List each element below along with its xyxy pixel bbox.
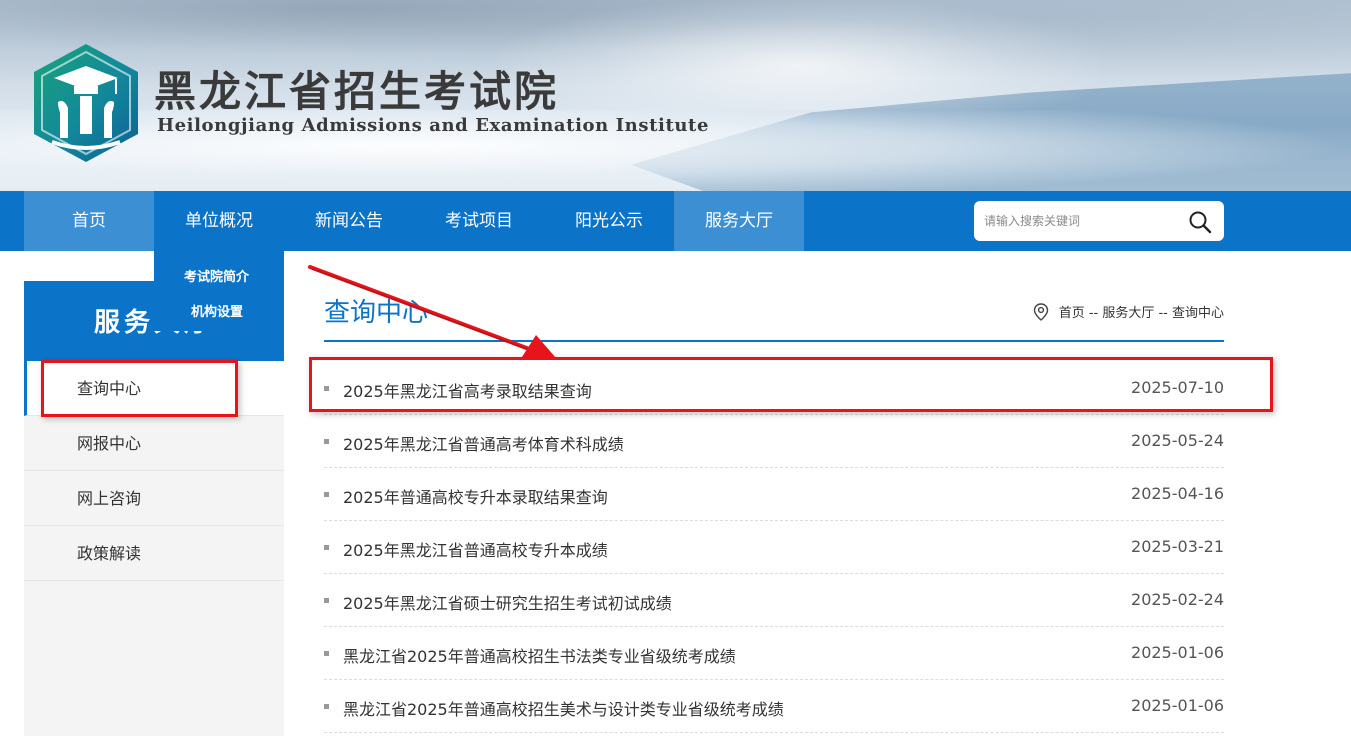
search-input[interactable] <box>984 201 1174 241</box>
news-list: 2025年黑龙江省高考录取结果查询 2025-07-10 2025年黑龙江省普通… <box>324 362 1224 733</box>
institute-logo-icon[interactable] <box>28 42 144 164</box>
list-item[interactable]: 2025年黑龙江省普通高考体育术科成绩 2025-05-24 <box>324 415 1224 468</box>
bullet-icon <box>324 439 329 444</box>
list-item-date: 2025-04-16 <box>1131 484 1224 503</box>
list-item[interactable]: 2025年黑龙江省普通高校专升本成绩 2025-03-21 <box>324 521 1224 574</box>
list-item-title[interactable]: 2025年普通高校专升本录取结果查询 <box>343 484 608 508</box>
list-item-date: 2025-07-10 <box>1131 378 1224 397</box>
header-banner: 黑龙江省招生考试院 Heilongjiang Admissions and Ex… <box>0 0 1351 191</box>
sidebar-item-policy[interactable]: 政策解读 <box>24 526 284 581</box>
nav-item-home[interactable]: 首页 <box>24 191 154 251</box>
list-item-date: 2025-01-06 <box>1131 643 1224 662</box>
sidebar-item-online-registration[interactable]: 网报中心 <box>24 416 284 471</box>
dropdown-item-structure[interactable]: 机构设置 <box>191 301 243 320</box>
list-item-title[interactable]: 黑龙江省2025年普通高校招生美术与设计类专业省级统考成绩 <box>343 696 784 720</box>
breadcrumb-text[interactable]: 首页 -- 服务大厅 -- 查询中心 <box>1059 302 1224 321</box>
breadcrumb: 首页 -- 服务大厅 -- 查询中心 <box>1033 302 1224 321</box>
dropdown-item-intro[interactable]: 考试院简介 <box>184 266 249 285</box>
site-title-en: Heilongjiang Admissions and Examination … <box>157 115 710 136</box>
bullet-icon <box>324 651 329 656</box>
list-item-title[interactable]: 2025年黑龙江省高考录取结果查询 <box>343 378 592 402</box>
list-item-title[interactable]: 2025年黑龙江省普通高校专升本成绩 <box>343 537 608 561</box>
about-dropdown-menu: 考试院简介 机构设置 <box>154 251 284 331</box>
list-item-date: 2025-01-06 <box>1131 696 1224 715</box>
title-divider <box>324 340 1224 342</box>
search-box <box>974 201 1224 241</box>
bullet-icon <box>324 598 329 603</box>
location-pin-icon <box>1033 302 1048 321</box>
nav-item-about[interactable]: 单位概况 <box>154 191 284 251</box>
page-title: 查询中心 <box>324 298 429 328</box>
nav-item-news[interactable]: 新闻公告 <box>284 191 414 251</box>
list-item-date: 2025-05-24 <box>1131 431 1224 450</box>
sidebar-item-online-consult[interactable]: 网上咨询 <box>24 471 284 526</box>
list-item-title[interactable]: 2025年黑龙江省普通高考体育术科成绩 <box>343 431 624 455</box>
bullet-icon <box>324 545 329 550</box>
list-item[interactable]: 黑龙江省2025年普通高校招生书法类专业省级统考成绩 2025-01-06 <box>324 627 1224 680</box>
nav-item-service[interactable]: 服务大厅 <box>674 191 804 251</box>
nav-item-exams[interactable]: 考试项目 <box>414 191 544 251</box>
search-icon[interactable] <box>1188 210 1212 234</box>
bullet-icon <box>324 492 329 497</box>
nav-item-public[interactable]: 阳光公示 <box>544 191 674 251</box>
bullet-icon <box>324 386 329 391</box>
banner-mist <box>500 0 1100 110</box>
list-item-date: 2025-02-24 <box>1131 590 1224 609</box>
list-item-title[interactable]: 黑龙江省2025年普通高校招生书法类专业省级统考成绩 <box>343 643 736 667</box>
site-title-cn: 黑龙江省招生考试院 <box>154 67 560 116</box>
main-nav: 首页 单位概况 新闻公告 考试项目 阳光公示 服务大厅 <box>0 191 1351 251</box>
list-item-date: 2025-03-21 <box>1131 537 1224 556</box>
sidebar-item-query-center[interactable]: 查询中心 <box>24 361 284 416</box>
sidebar: 服务大厅 查询中心 网报中心 网上咨询 政策解读 <box>24 281 284 736</box>
list-item[interactable]: 2025年黑龙江省硕士研究生招生考试初试成绩 2025-02-24 <box>324 574 1224 627</box>
bullet-icon <box>324 704 329 709</box>
list-item[interactable]: 2025年普通高校专升本录取结果查询 2025-04-16 <box>324 468 1224 521</box>
list-item[interactable]: 2025年黑龙江省高考录取结果查询 2025-07-10 <box>324 362 1224 415</box>
list-item[interactable]: 黑龙江省2025年普通高校招生美术与设计类专业省级统考成绩 2025-01-06 <box>324 680 1224 733</box>
list-item-title[interactable]: 2025年黑龙江省硕士研究生招生考试初试成绩 <box>343 590 672 614</box>
